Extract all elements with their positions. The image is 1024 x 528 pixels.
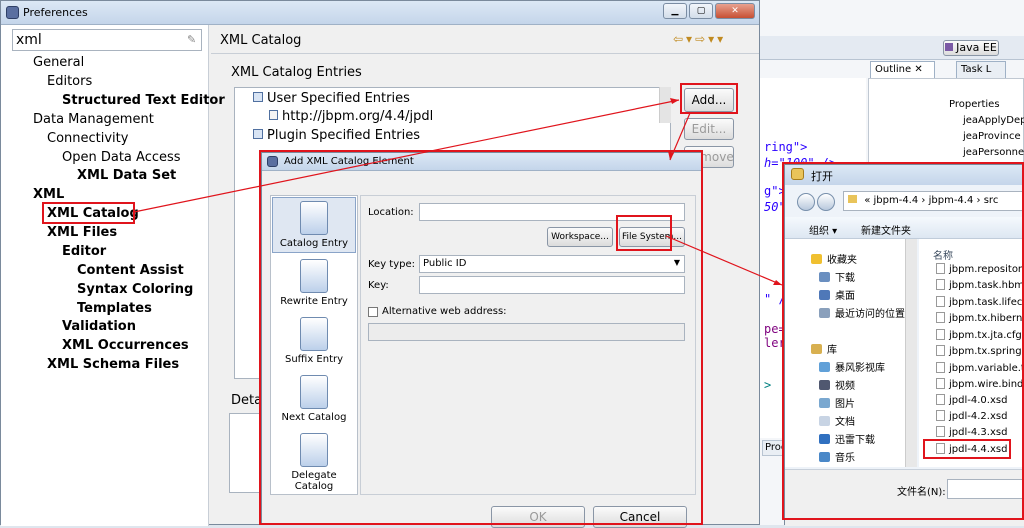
arrowhead: [670, 98, 679, 104]
arrow-filesystem-to-open: [665, 235, 783, 286]
annotation-arrows: [133, 98, 783, 286]
arrow-catalog-to-add: [133, 99, 680, 213]
arrowhead: [773, 280, 782, 285]
